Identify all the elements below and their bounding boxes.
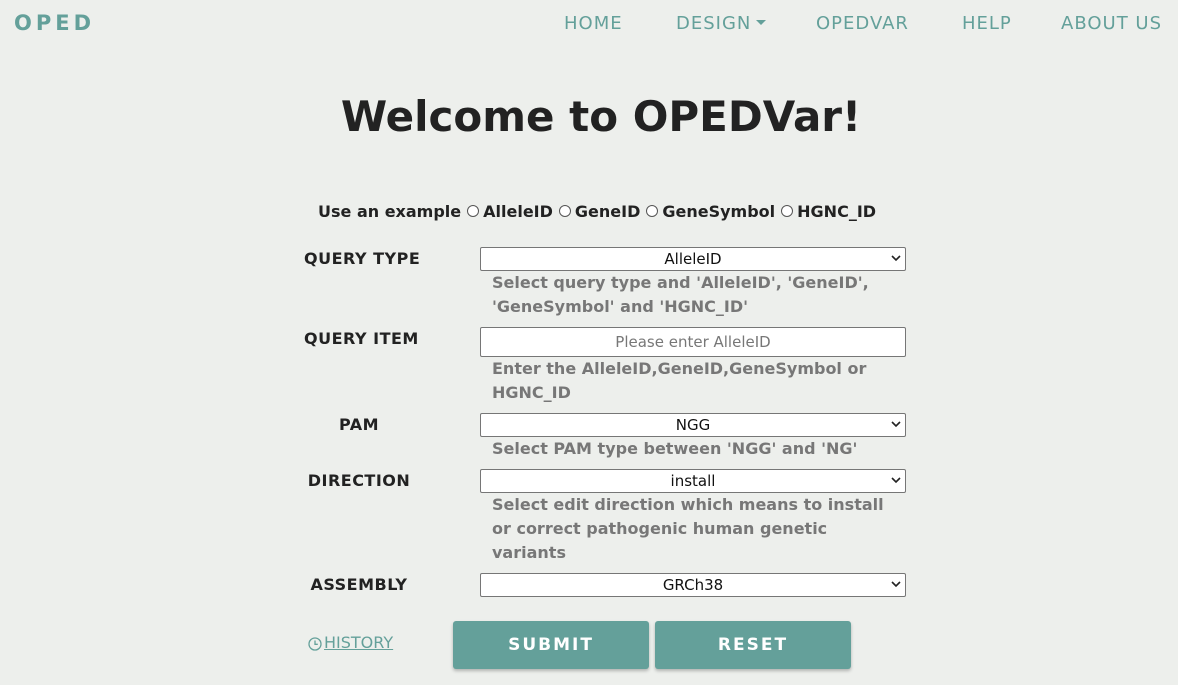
nav-opedvar[interactable]: OPEDVAR [816, 13, 909, 34]
example-option-alleleid[interactable]: AlleleID [461, 202, 553, 221]
example-option-hgnc-id[interactable]: HGNC_ID [775, 202, 876, 221]
pam-select[interactable]: NGG [480, 413, 906, 437]
query-type-value: AlleleID [664, 250, 722, 268]
history-label: HISTORY [324, 633, 394, 652]
example-option-label: GeneID [574, 201, 641, 221]
example-option-label: HGNC_ID [797, 201, 877, 221]
direction-select[interactable]: install [480, 469, 906, 493]
clock-icon [308, 636, 322, 651]
direction-help: Select edit direction which means to ins… [492, 495, 884, 562]
example-option-label: GeneSymbol [662, 201, 776, 221]
radio-icon[interactable] [467, 205, 480, 217]
chevron-down-icon [891, 421, 901, 428]
chevron-down-icon [891, 581, 901, 588]
nav-home[interactable]: HOME [564, 13, 623, 34]
query-item-help: Enter the AlleleID,GeneID,GeneSymbol or … [492, 359, 867, 402]
example-option-genesymbol[interactable]: GeneSymbol [640, 202, 775, 221]
assembly-value: GRCh38 [662, 576, 724, 594]
pam-help: Select PAM type between 'NGG' and 'NG' [492, 439, 858, 458]
page-title: Welcome to OPEDVar! [340, 92, 862, 141]
radio-icon[interactable] [558, 205, 571, 217]
query-type-help: Select query type and 'AlleleID', 'GeneI… [492, 273, 869, 316]
query-type-label: QUERY TYPE [304, 249, 421, 268]
navbar: OPED HOME DESIGN OPEDVAR HELP ABOUT US [0, 0, 1178, 50]
radio-icon[interactable] [646, 205, 659, 217]
example-option-label: AlleleID [483, 201, 553, 221]
assembly-select[interactable]: GRCh38 [480, 573, 906, 597]
nav-help[interactable]: HELP [962, 13, 1012, 34]
example-option-geneid[interactable]: GeneID [553, 202, 640, 221]
radio-icon[interactable] [781, 205, 794, 217]
pam-value: NGG [675, 416, 711, 434]
query-type-select[interactable]: AlleleID [480, 247, 906, 271]
reset-button[interactable]: RESET [655, 621, 851, 669]
pam-label: PAM [338, 415, 380, 434]
direction-label: DIRECTION [307, 471, 411, 490]
chevron-down-icon [891, 255, 901, 262]
nav-design-label: DESIGN [676, 13, 752, 34]
chevron-down-icon [891, 477, 901, 484]
assembly-label: ASSEMBLY [310, 575, 408, 594]
query-item-label: QUERY ITEM [304, 329, 419, 348]
nav-about-us[interactable]: ABOUT US [1061, 13, 1162, 34]
history-link[interactable]: HISTORY [307, 633, 393, 652]
caret-down-icon [756, 20, 767, 25]
example-selector: Use an example AlleleID GeneID GeneSymbo… [318, 199, 876, 223]
example-label: Use an example [318, 201, 462, 221]
brand-logo[interactable]: OPED [14, 11, 95, 35]
nav-design[interactable]: DESIGN [676, 13, 767, 34]
query-item-input[interactable]: Please enter AlleleID [480, 327, 906, 357]
submit-button[interactable]: SUBMIT [453, 621, 649, 669]
direction-value: install [670, 472, 716, 490]
